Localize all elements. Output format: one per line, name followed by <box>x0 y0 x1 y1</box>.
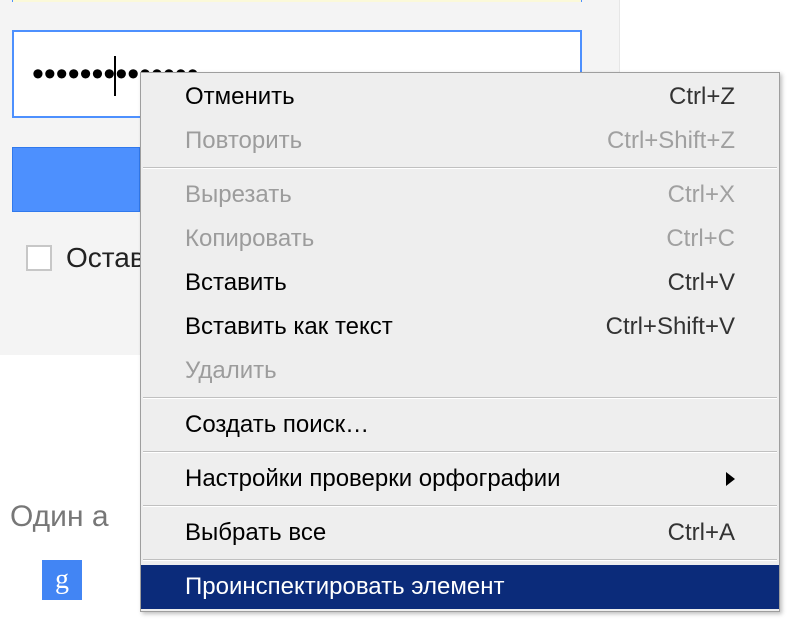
stay-signed-in-checkbox[interactable] <box>26 245 52 271</box>
context-menu-item-shortcut: Ctrl+C <box>666 225 735 253</box>
google-g-icon: g <box>42 560 82 600</box>
context-menu-item[interactable]: Вставить Ctrl+V <box>141 261 779 305</box>
context-menu-item[interactable]: Выбрать все Ctrl+A <box>141 511 779 555</box>
context-menu-separator <box>143 451 777 453</box>
context-menu-separator <box>143 167 777 169</box>
password-mask-left: ••••••• <box>32 55 115 93</box>
context-menu-item-label: Вырезать <box>185 181 292 209</box>
context-menu-item-label: Отменить <box>185 83 295 111</box>
context-menu: Отменить Ctrl+Z Повторить Ctrl+Shift+Z Вырез… <box>140 72 780 612</box>
context-menu-item-label: Проинспектировать элемент <box>185 573 504 601</box>
signin-button[interactable] <box>12 147 140 212</box>
context-menu-item[interactable]: Настройки проверки орфографии <box>141 457 779 501</box>
context-menu-item[interactable]: Проинспектировать элемент <box>141 565 779 609</box>
context-menu-item-shortcut: Ctrl+Z <box>669 83 735 111</box>
chevron-right-icon <box>726 472 735 486</box>
context-menu-item: Вырезать Ctrl+X <box>141 173 779 217</box>
context-menu-item-shortcut: Ctrl+Shift+V <box>606 313 735 341</box>
context-menu-item-label: Вставить как текст <box>185 313 393 341</box>
context-menu-item-label: Повторить <box>185 127 302 155</box>
context-menu-separator <box>143 505 777 507</box>
context-menu-item: Удалить <box>141 349 779 393</box>
context-menu-separator <box>143 397 777 399</box>
context-menu-item-shortcut: Ctrl+Shift+Z <box>607 127 735 155</box>
context-menu-item-label: Настройки проверки орфографии <box>185 465 561 493</box>
one-account-text: Один а <box>10 500 109 534</box>
context-menu-item[interactable]: Создать поиск… <box>141 403 779 447</box>
context-menu-item-label: Создать поиск… <box>185 411 369 439</box>
context-menu-item-shortcut: Ctrl+A <box>668 519 735 547</box>
context-menu-item: Копировать Ctrl+C <box>141 217 779 261</box>
stay-signed-in-row[interactable]: Остав <box>22 242 145 274</box>
context-menu-item[interactable]: Отменить Ctrl+Z <box>141 75 779 119</box>
context-menu-item-shortcut: Ctrl+V <box>668 269 735 297</box>
context-menu-item-label: Удалить <box>185 357 277 385</box>
stay-signed-in-label: Остав <box>66 242 145 274</box>
context-menu-item-label: Выбрать все <box>185 519 326 547</box>
context-menu-item-label: Копировать <box>185 225 314 253</box>
context-menu-separator <box>143 559 777 561</box>
email-field[interactable] <box>12 0 582 2</box>
context-menu-item[interactable]: Вставить как текст Ctrl+Shift+V <box>141 305 779 349</box>
context-menu-item-shortcut: Ctrl+X <box>668 181 735 209</box>
context-menu-item-label: Вставить <box>185 269 287 297</box>
context-menu-item: Повторить Ctrl+Shift+Z <box>141 119 779 163</box>
